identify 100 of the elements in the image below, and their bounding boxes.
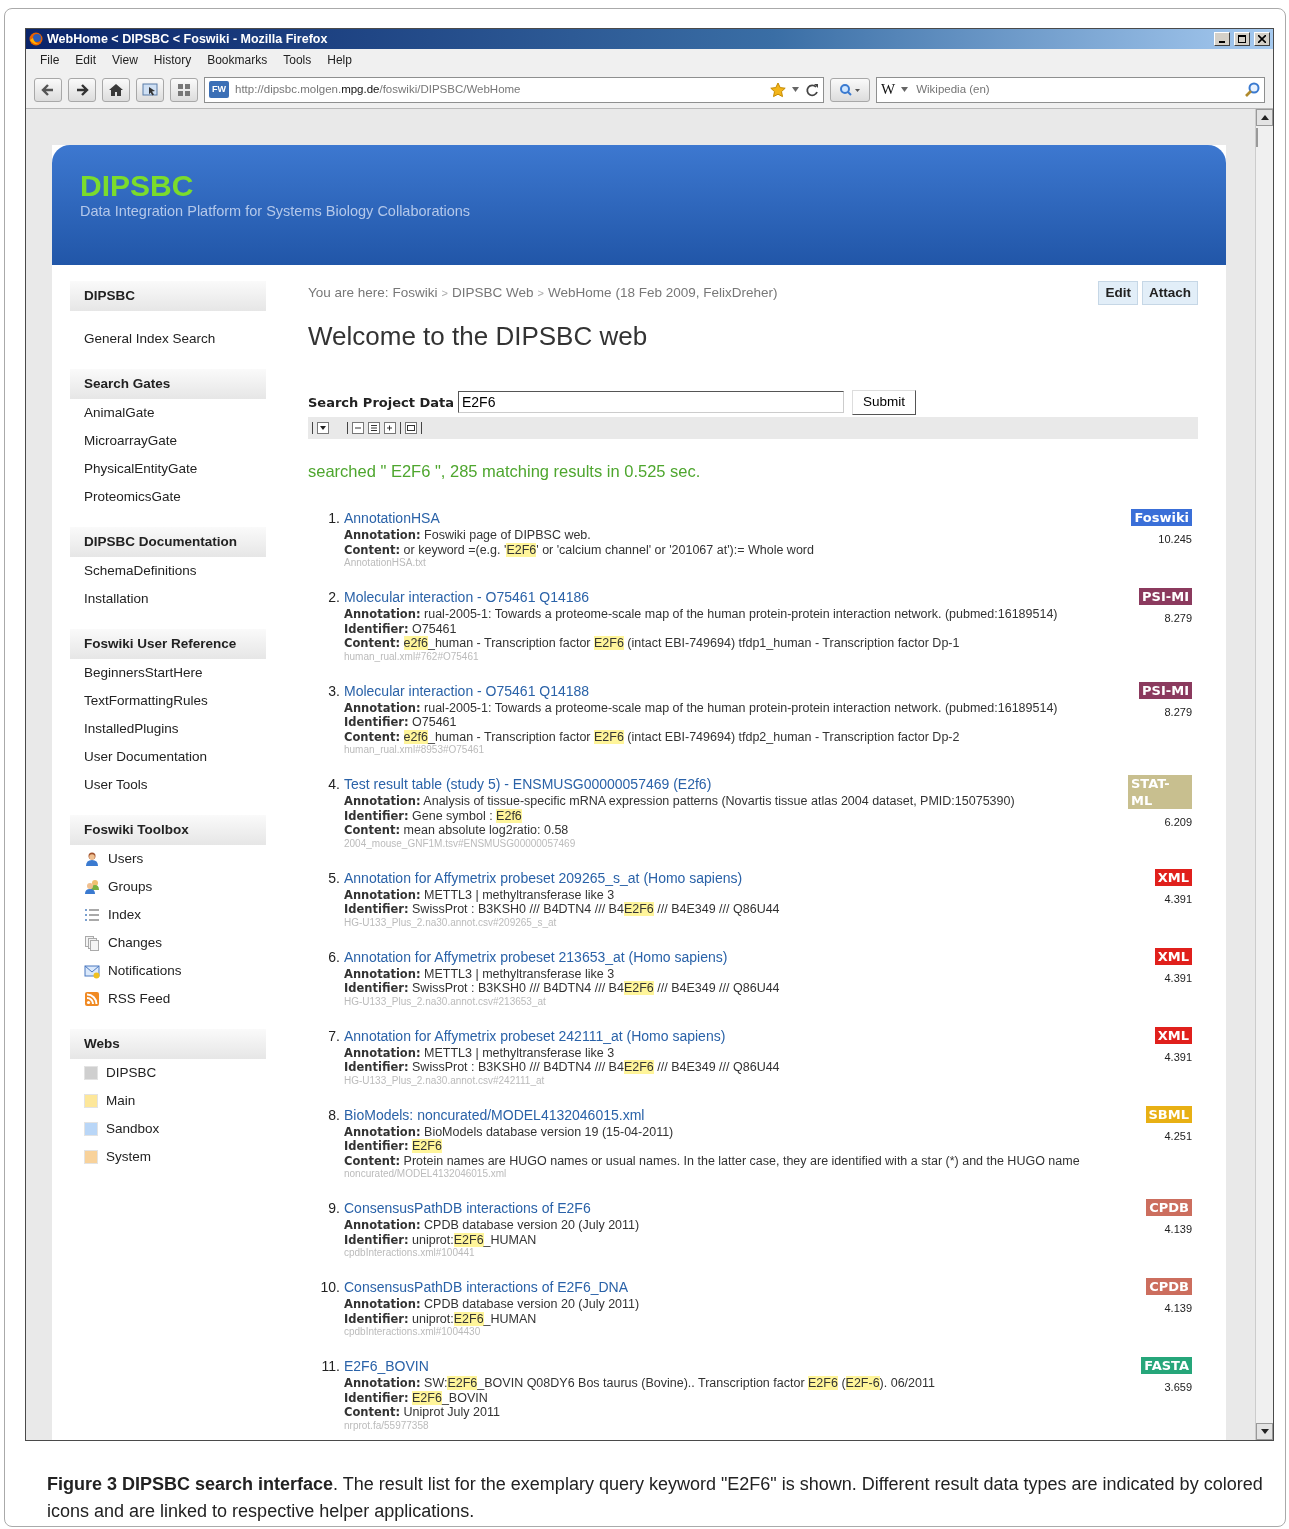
sidebar-link[interactable]: Notifications bbox=[108, 960, 182, 982]
sidebar-heading: Foswiki User Reference bbox=[70, 629, 266, 659]
home-button[interactable] bbox=[102, 77, 130, 102]
type-badge[interactable]: PSI-MI bbox=[1139, 681, 1192, 699]
address-bar[interactable]: FW http://dipsbc.molgen.mpg.de/foswiki/DIPSBC/WebHome bbox=[204, 76, 824, 103]
sidebar-link[interactable]: MicroarrayGate bbox=[84, 430, 178, 452]
sidebar-heading: Search Gates bbox=[70, 369, 266, 399]
result-link[interactable]: E2F6_BOVIN bbox=[344, 1357, 1128, 1377]
list-icon bbox=[84, 907, 100, 923]
scrollbar-thumb[interactable] bbox=[1256, 128, 1258, 147]
breadcrumb-link[interactable]: WebHome bbox=[548, 283, 612, 304]
result-link[interactable]: Annotation for Affymetrix probeset 242111_at (Homo sapiens) bbox=[344, 1026, 1128, 1046]
star-icon bbox=[770, 81, 786, 98]
search-input[interactable]: E2F6 bbox=[458, 391, 844, 414]
menu-item[interactable]: Bookmarks bbox=[199, 51, 276, 69]
close-button[interactable] bbox=[1254, 32, 1270, 46]
breadcrumb-link[interactable]: Foswiki bbox=[392, 283, 438, 304]
result-link[interactable]: Annotation for Affymetrix probeset 209265_s_at (Homo sapiens) bbox=[344, 868, 1128, 888]
result-link[interactable]: BioModels: noncurated/MODEL4132046015.xml bbox=[344, 1105, 1128, 1125]
sidebar-link[interactable]: DIPSBC bbox=[106, 1062, 157, 1084]
sidebar-link[interactable]: User Tools bbox=[84, 774, 148, 796]
minimize-button[interactable] bbox=[1214, 32, 1230, 46]
sidebar-link[interactable]: Main bbox=[106, 1090, 136, 1112]
sidebar-link[interactable]: User Documentation bbox=[84, 746, 208, 768]
frame-icon[interactable] bbox=[405, 421, 417, 434]
search-engine-button[interactable] bbox=[830, 77, 870, 102]
result-source: cpdbInteractions.xml#1004430 bbox=[344, 1326, 482, 1339]
collapse-icon[interactable] bbox=[352, 421, 364, 434]
page-heading: Welcome to the DIPSBC web bbox=[308, 320, 649, 354]
result-field: Content: mean absolute log2ratio: 0.58 bbox=[344, 823, 1128, 838]
sidebar-link[interactable]: Users bbox=[108, 848, 144, 870]
result-field: Identifier: SwissProt : B3KSH0 /// B4DTN4 /// B4E2F6 /// B4E349 /// Q86U44 bbox=[344, 1060, 1128, 1075]
search-field[interactable]: W Wikipedia (en) bbox=[876, 76, 1265, 103]
type-badge[interactable]: XML bbox=[1154, 947, 1192, 965]
submit-button[interactable]: Submit bbox=[852, 390, 917, 415]
site-subtitle: Data Integration Platform for Systems Biology Collaborations bbox=[80, 202, 472, 221]
sidebar-heading: DIPSBC bbox=[70, 281, 266, 311]
type-badge[interactable]: CPDB bbox=[1146, 1199, 1192, 1217]
dropdown-icon[interactable] bbox=[317, 421, 329, 434]
type-badge[interactable]: CPDB bbox=[1146, 1278, 1192, 1296]
back-arrow-button[interactable] bbox=[34, 77, 62, 102]
list-icon[interactable] bbox=[368, 421, 380, 434]
grid-button[interactable] bbox=[170, 77, 198, 102]
sidebar-link[interactable]: System bbox=[106, 1146, 151, 1168]
result-link[interactable]: ConsensusPathDB interactions of E2F6 bbox=[344, 1199, 1128, 1219]
result-number: 3. bbox=[327, 681, 341, 701]
sidebar-link[interactable]: InstalledPlugins bbox=[84, 718, 179, 740]
menu-item[interactable]: History bbox=[145, 51, 200, 69]
result-score: 8.279 bbox=[1164, 611, 1192, 627]
result-field: Annotation: CPDB database version 20 (July 2011) bbox=[344, 1218, 1128, 1233]
sidebar-link[interactable]: Changes bbox=[108, 932, 163, 954]
result-link[interactable]: AnnotationHSA bbox=[344, 509, 1128, 529]
menu-item[interactable]: Help bbox=[319, 51, 360, 69]
result-link[interactable]: Annotation for Affymetrix probeset 213653_at (Homo sapiens) bbox=[344, 947, 1128, 967]
cursor-button[interactable] bbox=[136, 77, 164, 102]
expand-icon[interactable] bbox=[384, 421, 396, 434]
result-field: Content: e2f6_human - Transcription factor E2F6 (intact EBI-749694) tfdp2_human - Transcription factor Dp-2 bbox=[344, 729, 1128, 745]
result-link[interactable]: ConsensusPathDB interactions of E2F6_DNA bbox=[344, 1278, 1128, 1298]
sidebar-link[interactable]: PhysicalEntityGate bbox=[84, 458, 198, 480]
type-badge[interactable]: XML bbox=[1154, 1026, 1192, 1044]
sidebar-link[interactable]: General Index Search bbox=[84, 328, 216, 350]
sidebar-link[interactable]: Sandbox bbox=[106, 1118, 160, 1140]
type-badge[interactable]: PSI-MI bbox=[1139, 588, 1192, 606]
sidebar-link[interactable]: Index bbox=[108, 904, 142, 926]
home-icon bbox=[108, 81, 124, 98]
search-icon bbox=[1244, 81, 1260, 98]
up-arrow-icon bbox=[1260, 115, 1269, 120]
sidebar-link[interactable]: AnimalGate bbox=[84, 402, 155, 424]
sidebar-link[interactable]: BeginnersStartHere bbox=[84, 662, 203, 684]
menu-item[interactable]: Edit bbox=[67, 51, 105, 69]
result-source: 2004_mouse_GNF1M.tsv#ENSMUSG00000057469 bbox=[344, 837, 577, 850]
page-action-button[interactable]: Attach bbox=[1142, 281, 1198, 306]
type-badge[interactable]: XML bbox=[1154, 868, 1192, 886]
sidebar-link[interactable]: SchemaDefinitions bbox=[84, 560, 197, 582]
sidebar-link[interactable]: TextFormattingRules bbox=[84, 690, 208, 712]
breadcrumb-link[interactable]: DIPSBC Web bbox=[452, 283, 534, 304]
sidebar-link[interactable]: ProteomicsGate bbox=[84, 486, 181, 508]
rss-feed-icon bbox=[84, 991, 100, 1007]
type-badge[interactable]: Foswiki bbox=[1131, 509, 1192, 527]
result-score: 4.139 bbox=[1164, 1301, 1192, 1317]
result-score: 4.391 bbox=[1164, 1049, 1192, 1065]
result-field: Content: or keyword =(e.g. 'E2F6' or 'calcium channel' or '201067 at'):= Whole word bbox=[344, 542, 1128, 558]
page-action-button[interactable]: Edit bbox=[1098, 281, 1138, 306]
result-link[interactable]: Test result table (study 5) - ENSMUSG00000057469 (E2f6) bbox=[344, 775, 1128, 795]
scrollbar[interactable] bbox=[1255, 109, 1273, 1440]
result-link[interactable]: Molecular interaction - O75461 Q14186 bbox=[344, 588, 1128, 608]
menu-item[interactable]: Tools bbox=[275, 51, 320, 69]
search-icon bbox=[839, 82, 861, 97]
down-arrow-icon bbox=[1260, 1429, 1269, 1434]
sidebar-link[interactable]: RSS Feed bbox=[108, 988, 171, 1010]
sidebar-link[interactable]: Groups bbox=[108, 876, 153, 898]
sidebar-link[interactable]: Installation bbox=[84, 588, 149, 610]
result-link[interactable]: Molecular interaction - O75461 Q14188 bbox=[344, 681, 1128, 701]
maximize-button[interactable] bbox=[1234, 32, 1250, 46]
forward-arrow-button[interactable] bbox=[68, 77, 96, 102]
browser-logo-icon bbox=[29, 32, 43, 46]
menu-item[interactable]: View bbox=[104, 51, 146, 69]
breadcrumb-label: You are here: bbox=[308, 284, 389, 302]
search-summary: searched " E2F6 ", 285 matching results in 0.525 sec. bbox=[308, 460, 702, 482]
menu-item[interactable]: File bbox=[32, 51, 68, 69]
